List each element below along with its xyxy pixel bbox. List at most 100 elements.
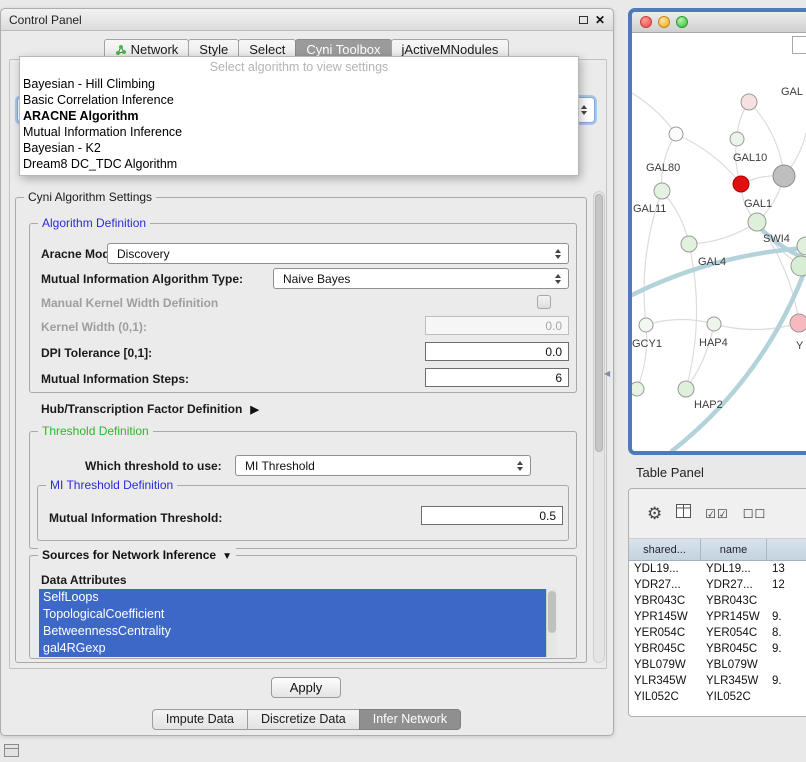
bottom-tab-bar: Impute DataDiscretize DataInfer Network (1, 709, 613, 730)
tab-infer-network[interactable]: Infer Network (359, 709, 461, 730)
network-node[interactable] (654, 183, 670, 199)
mi-steps-field[interactable]: 6 (425, 368, 569, 387)
attribute-list-scrollbar[interactable] (546, 589, 557, 657)
network-edge (686, 324, 714, 389)
hub-definition-label: Hub/Transcription Factor Definition (41, 402, 242, 416)
table-cell: YBR045C (629, 641, 701, 657)
table-cell: YPR145W (629, 609, 701, 625)
table-cell: 9. (767, 609, 806, 625)
network-node[interactable] (707, 317, 721, 331)
network-node[interactable] (632, 382, 644, 396)
network-node[interactable] (681, 236, 697, 252)
table-row[interactable]: YDR27...YDR27...12 (629, 577, 806, 593)
apply-button[interactable]: Apply (271, 677, 341, 698)
combo-arrows-icon (552, 244, 564, 263)
node-label-hap4: HAP4 (699, 337, 728, 349)
table-row[interactable]: YER054CYER054C8. (629, 625, 806, 641)
node-label-gal4: GAL4 (698, 256, 726, 268)
which-threshold-combo[interactable]: MI Threshold (235, 455, 531, 476)
network-node[interactable] (773, 165, 795, 187)
algorithm-option-aracne-algorithm[interactable]: ARACNE Algorithm (20, 108, 578, 124)
table-row[interactable]: YBR043CYBR043C (629, 593, 806, 609)
column-header-shared-[interactable]: shared... (629, 539, 701, 560)
network-window-titlebar[interactable] (632, 12, 806, 33)
attribute-item-gal4rgexp[interactable]: gal4RGexp (39, 640, 546, 657)
zoom-traffic-light[interactable] (676, 16, 688, 28)
table-row[interactable]: YIL052CYIL052C (629, 689, 806, 705)
select-all-icon[interactable]: ☑☑ (705, 507, 729, 521)
mi-type-value: Naive Bayes (283, 272, 350, 286)
network-canvas-svg: GALGAL80GAL10GAL11GAL1SWI4GAL4GCY1HAP4YH… (632, 33, 806, 451)
network-node[interactable] (733, 176, 749, 192)
table-cell: 9. (767, 673, 806, 689)
attribute-item-betweennesscentrality[interactable]: BetweennessCentrality (39, 623, 546, 640)
settings-scrollbar-thumb[interactable] (595, 194, 603, 452)
attribute-item-selfloops[interactable]: SelfLoops (39, 589, 546, 606)
mi-type-combo[interactable]: Naive Bayes (273, 268, 569, 289)
network-edge (637, 325, 647, 389)
column-header-name[interactable]: name (701, 539, 767, 560)
kernel-width-field[interactable]: 0.0 (425, 316, 569, 335)
group-title: Threshold Definition (38, 424, 153, 438)
table-cell: YDR27... (629, 577, 701, 593)
network-node[interactable] (639, 318, 653, 332)
attribute-item-topologicalcoefficient[interactable]: TopologicalCoefficient (39, 606, 546, 623)
table-row[interactable]: YLR345WYLR345W9. (629, 673, 806, 689)
network-edge (646, 319, 714, 325)
table-header-row: shared...name (629, 539, 806, 561)
network-node[interactable] (741, 94, 757, 110)
algorithm-option-bayesian-hill-climbing[interactable]: Bayesian - Hill Climbing (20, 76, 578, 92)
algorithm-option-dream8-dc-tdc-algorithm[interactable]: Dream8 DC_TDC Algorithm (20, 156, 578, 172)
deselect-all-icon[interactable]: ☐☐ (743, 507, 767, 521)
tab-impute-data[interactable]: Impute Data (152, 709, 248, 730)
control-panel-titlebar[interactable]: Control Panel ✕ (1, 9, 613, 31)
network-node[interactable] (797, 237, 806, 255)
data-attributes-label: Data Attributes (41, 573, 127, 587)
table-cell: YBR043C (701, 593, 767, 609)
minimize-traffic-light[interactable] (658, 16, 670, 28)
column-header-2[interactable] (767, 539, 806, 560)
table-cell: 13 (767, 561, 806, 577)
aracne-mode-combo[interactable]: Discovery (107, 243, 569, 264)
hub-definition-toggle[interactable]: Hub/Transcription Factor Definition▶ (41, 402, 259, 416)
close-traffic-light[interactable] (640, 16, 652, 28)
table-row[interactable]: YBR045CYBR045C9. (629, 641, 806, 657)
attribute-list[interactable]: SelfLoopsTopologicalCoefficientBetweenne… (39, 589, 557, 657)
combo-arrows-icon (514, 456, 526, 475)
table-row[interactable]: YPR145WYPR145W9. (629, 609, 806, 625)
float-window-icon[interactable] (579, 16, 588, 24)
algorithm-option-mutual-information-inference[interactable]: Mutual Information Inference (20, 124, 578, 140)
gear-icon[interactable]: ⚙ (647, 504, 662, 524)
settings-scrollbar[interactable] (593, 191, 605, 663)
algorithm-option-basic-correlation-inference[interactable]: Basic Correlation Inference (20, 92, 578, 108)
columns-icon[interactable] (676, 504, 691, 523)
table-cell: YDR27... (701, 577, 767, 593)
network-node[interactable] (791, 256, 806, 276)
manual-kernel-checkbox[interactable] (537, 295, 551, 309)
tab-discretize-data[interactable]: Discretize Data (247, 709, 360, 730)
restore-panel-icon[interactable] (4, 744, 19, 757)
columns-icon-glyph (676, 504, 691, 518)
popup-placeholder-text: Select algorithm to view settings (20, 59, 578, 76)
mi-threshold-field[interactable]: 0.5 (421, 506, 563, 525)
network-node[interactable] (748, 213, 766, 231)
network-canvas[interactable]: GALGAL80GAL10GAL11GAL1SWI4GAL4GCY1HAP4YH… (632, 33, 806, 451)
dpi-tolerance-field[interactable]: 0.0 (425, 342, 569, 361)
table-row[interactable]: YBL079WYBL079W (629, 657, 806, 673)
network-node[interactable] (730, 132, 744, 146)
network-view-window[interactable]: GALGAL80GAL10GAL11GAL1SWI4GAL4GCY1HAP4YH… (628, 8, 806, 455)
algorithm-popup-list: Select algorithm to view settingsBayesia… (19, 56, 579, 176)
network-node[interactable] (678, 381, 694, 397)
splitter-collapse-arrow[interactable]: ◀ (604, 366, 614, 382)
mi-type-label: Mutual Information Algorithm Type: (41, 272, 243, 286)
combo-arrows-icon (552, 269, 564, 288)
table-row[interactable]: YDL19...YDL19...13 (629, 561, 806, 577)
node-label-swi4: SWI4 (763, 233, 790, 245)
network-node[interactable] (669, 127, 683, 141)
network-node[interactable] (790, 314, 806, 332)
close-icon[interactable]: ✕ (595, 13, 605, 27)
algorithm-option-bayesian-k2[interactable]: Bayesian - K2 (20, 140, 578, 156)
expanded-arrow-icon: ▼ (222, 551, 232, 562)
sources-toggle[interactable]: Sources for Network Inference▼ (38, 548, 236, 562)
table-cell: YBL079W (629, 657, 701, 673)
